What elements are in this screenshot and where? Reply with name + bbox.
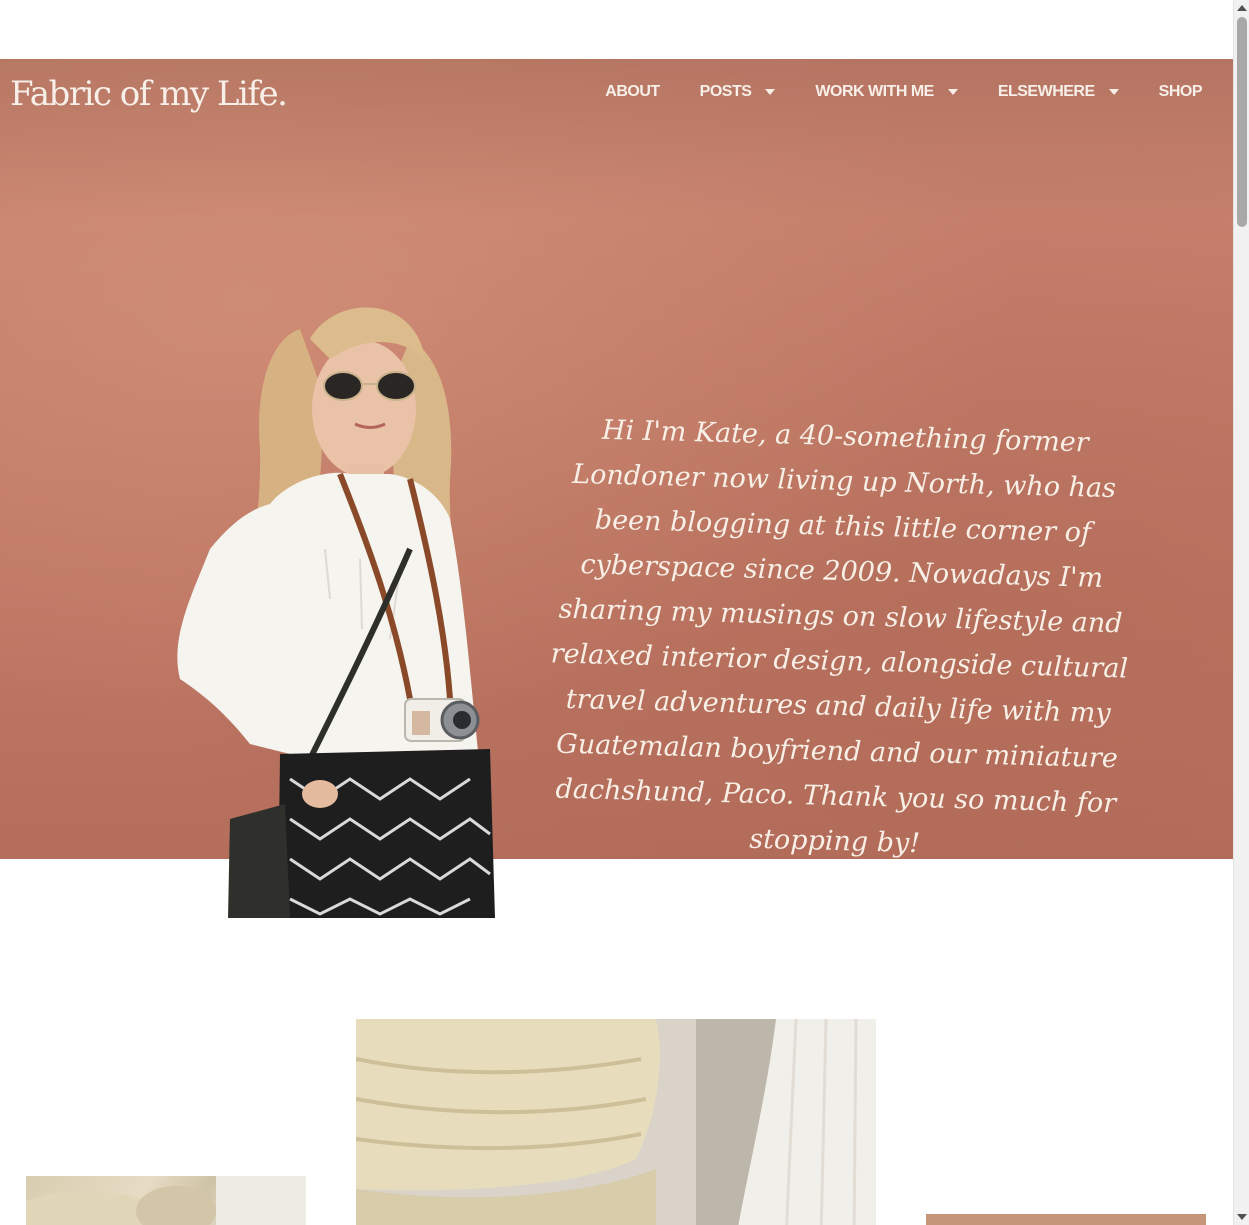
caret-down-icon[interactable] [1108, 89, 1119, 95]
page: Hi I'm Kate, a 40-something former Londo… [0, 0, 1233, 1225]
hero-photo-person [177, 307, 495, 918]
sofa-photo [26, 1176, 306, 1225]
handbag [228, 804, 290, 918]
nav-item-posts[interactable]: POSTS [700, 80, 776, 104]
hero-intro-text: Hi I'm Kate, a 40-something former Londo… [550, 414, 1129, 860]
nav-item-shop[interactable]: SHOP [1158, 80, 1203, 104]
nav-item-label: ABOUT [605, 83, 660, 100]
scrollbar[interactable] [1233, 0, 1249, 1225]
scroll-up-arrow-icon[interactable] [1237, 5, 1247, 11]
caret-down-icon[interactable] [765, 89, 776, 95]
nav-item-about[interactable]: ABOUT [605, 80, 660, 104]
scrollbar-thumb[interactable] [1237, 17, 1247, 227]
nav-item-label: SHOP [1158, 83, 1203, 100]
site-logo[interactable]: Fabric of my Life. [10, 74, 288, 114]
gallery-image-right[interactable] [926, 1214, 1206, 1225]
caret-down-icon[interactable] [947, 89, 958, 95]
gallery-image-sofa-center[interactable] [356, 1019, 876, 1225]
sunglasses-left [323, 371, 363, 401]
gallery-image-sofa-left[interactable] [26, 1176, 306, 1225]
nav-item-label: WORK WITH ME [815, 83, 934, 100]
nav-item-label: POSTS [699, 83, 752, 100]
main-nav: ABOUT POSTS WORK WITH ME ELSEWHERE SHOP [565, 80, 1202, 104]
nav-item-elsewhere[interactable]: ELSEWHERE [998, 80, 1119, 104]
nav-item-work-with-me[interactable]: WORK WITH ME [815, 80, 958, 104]
scroll-down-arrow-icon[interactable] [1237, 1214, 1247, 1220]
sunglasses-right [376, 371, 416, 401]
sofa-photo [356, 1019, 876, 1225]
face [312, 341, 416, 477]
nav-item-label: ELSEWHERE [997, 83, 1095, 100]
hero-section: Hi I'm Kate, a 40-something former Londo… [0, 59, 1233, 918]
